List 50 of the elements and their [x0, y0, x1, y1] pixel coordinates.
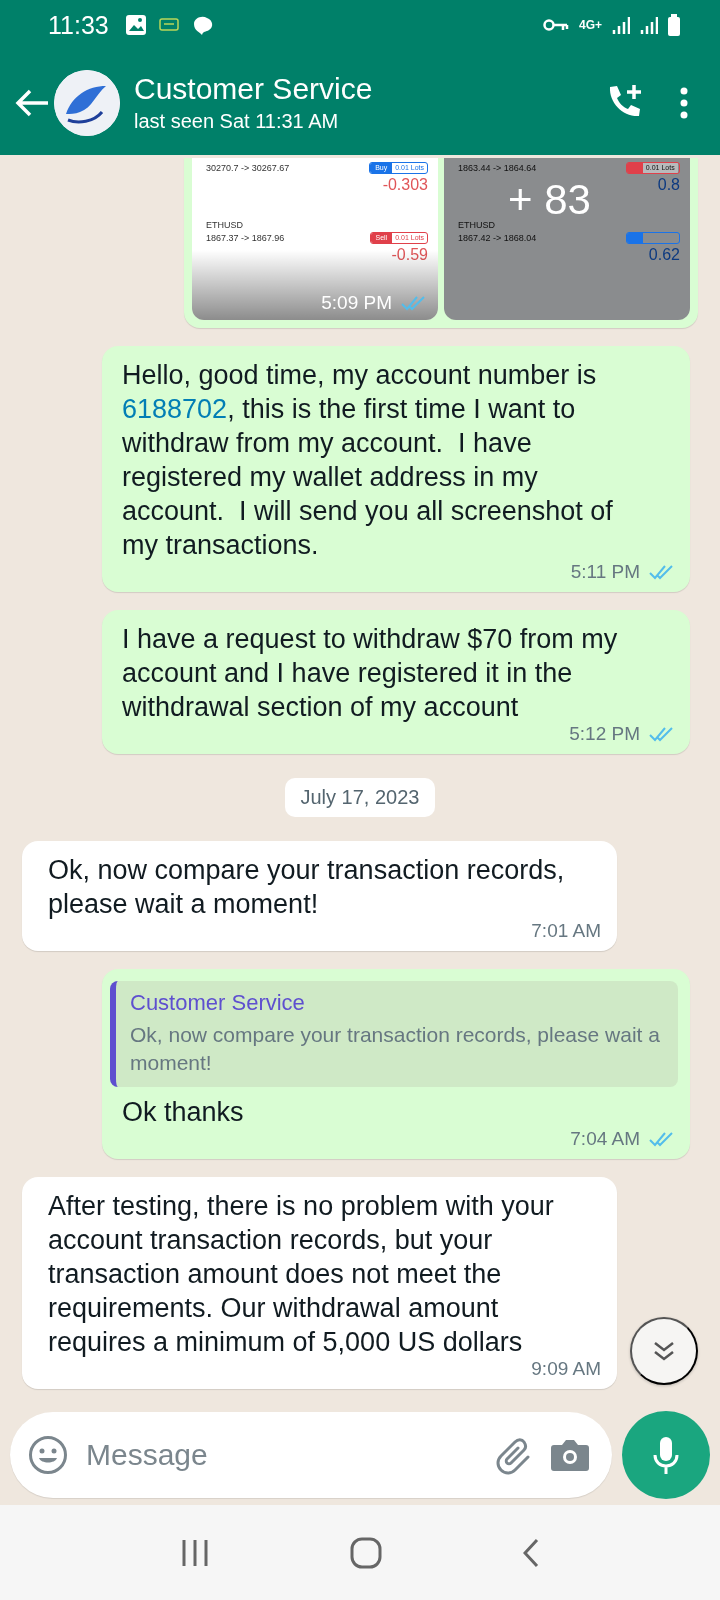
message-input-field[interactable]: Message: [84, 1437, 478, 1473]
image-icon: [124, 14, 147, 36]
message-time: 7:04 AM: [570, 1127, 640, 1151]
quote-text: Ok, now compare your transaction records, please wait a moment!: [130, 1022, 661, 1076]
trade-prices: 1867.37 -> 1867.96: [206, 233, 285, 243]
quoted-message[interactable]: Customer Service Ok, now compare your transaction records, please wait a moment!: [110, 981, 678, 1087]
trade-symbol: ETHUSD: [206, 220, 244, 230]
message-time: 5:12 PM: [569, 722, 640, 746]
profit-value: -0.303: [382, 176, 428, 194]
date-chip: July 17, 2023: [284, 778, 436, 817]
more-options-icon[interactable]: [678, 86, 690, 119]
signal-icon: [640, 16, 658, 34]
back-icon[interactable]: [523, 1537, 540, 1568]
camera-icon[interactable]: [550, 1437, 590, 1473]
scroll-down-button[interactable]: [630, 1317, 698, 1385]
message-time: 5:11 PM: [570, 560, 640, 584]
trade-prices: 1863.44 -> 1864.64: [458, 163, 537, 173]
message-icon: [158, 17, 179, 33]
contact-name: Customer Service: [134, 72, 374, 106]
profit-value: 0.62: [648, 246, 680, 264]
message-text: Ok thanks: [122, 1096, 245, 1129]
message-text: I have a request to withdraw $70 from my account and I have registered it in the withdrawal section of my account: [122, 623, 619, 724]
account-number-link[interactable]: 6188702: [122, 394, 228, 424]
trade-symbol: ETHUSD: [458, 220, 496, 230]
trade-prices: 30270.7 -> 30267.67: [206, 163, 290, 173]
last-seen-status: last seen Sat 11:31 AM: [134, 110, 340, 133]
back-arrow-icon[interactable]: [14, 87, 50, 118]
chevrons-down-icon: [652, 1340, 676, 1362]
profit-value: -0.59: [391, 246, 428, 264]
network-label: 4G+: [579, 19, 602, 31]
emoji-icon[interactable]: [28, 1435, 68, 1475]
message-field[interactable]: Message: [10, 1412, 612, 1498]
message-text: Ok, now compare your transaction records, please wait a moment!: [48, 854, 566, 921]
microphone-icon: [652, 1435, 680, 1475]
profit-value: 0.8: [657, 176, 680, 194]
message-text: Hello, good time, my account number is 6188702, this is the first time I want to withdraw from my account. I have registered my wallet address in my account. I will send you all screenshot of my transactions.: [122, 359, 614, 562]
message-time: 5:09 PM: [321, 292, 392, 314]
clock: 11:33: [48, 10, 109, 40]
quote-author: Customer Service: [130, 989, 306, 1017]
key-icon: [543, 18, 569, 32]
trade-prices: 1867.42 -> 1868.04: [458, 233, 537, 243]
signal-icon: [612, 16, 630, 34]
more-images-count: + 83: [508, 176, 591, 224]
message-time: 7:01 AM: [531, 919, 601, 943]
message-text: After testing, there is no problem with your account transaction records, but your transaction amount does not meet the requirements. Our withdrawal amount requires a minimum of 5,000 US dollars: [48, 1190, 555, 1359]
avatar[interactable]: [54, 69, 120, 136]
message-time: 9:09 AM: [531, 1357, 601, 1381]
recent-apps-icon[interactable]: [180, 1537, 209, 1568]
home-icon[interactable]: [350, 1536, 382, 1569]
battery-icon: [668, 14, 680, 36]
